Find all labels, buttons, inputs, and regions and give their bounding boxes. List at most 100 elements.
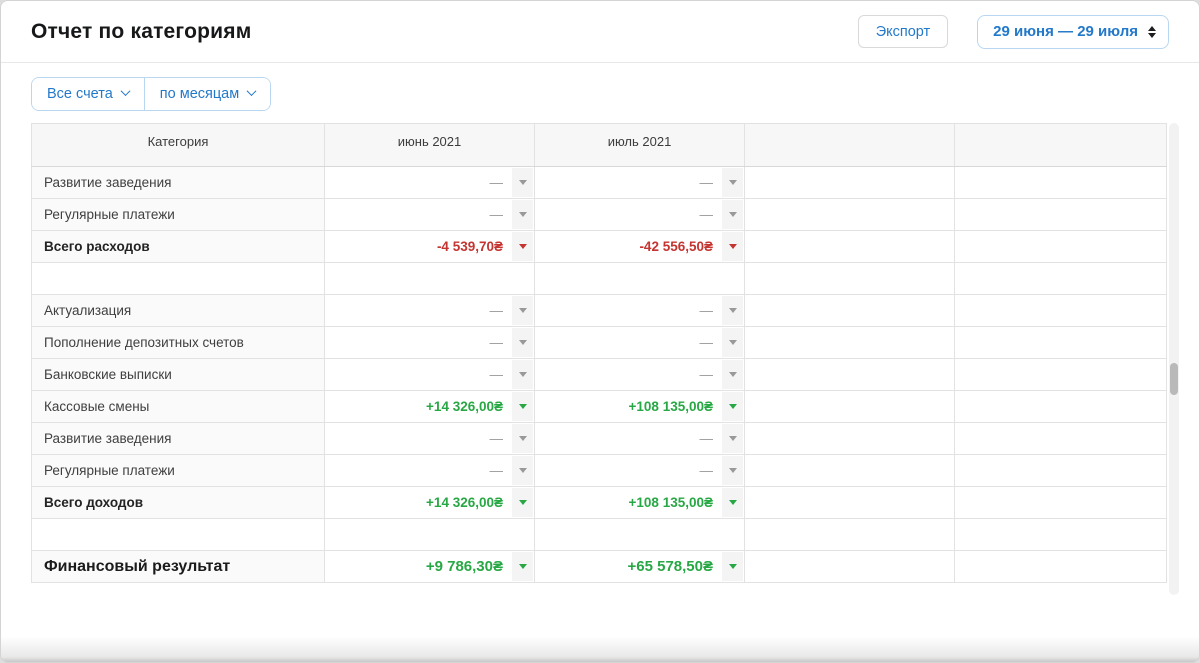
cell-dropdown-toggle[interactable] [722,392,743,421]
cell-dropdown-toggle[interactable] [512,424,533,453]
topbar: Отчет по категориям Экспорт 29 июня — 29… [1,1,1199,63]
cell-dropdown-toggle[interactable] [722,328,743,357]
value-cell: +9 786,30₴ [325,551,535,583]
empty-cell [955,199,1167,231]
cell-value: -4 539,70₴ [437,239,503,254]
vertical-scrollbar[interactable] [1169,123,1179,595]
cell-value: — [490,367,504,382]
cell-dropdown-toggle[interactable] [722,168,743,197]
cell-dropdown-toggle[interactable] [512,296,533,325]
value-cell: — [535,327,745,359]
cell-value: — [490,463,504,478]
caret-down-icon [729,212,737,217]
topbar-actions: Экспорт 29 июня — 29 июля [858,15,1169,49]
cell-dropdown-toggle[interactable] [722,360,743,389]
empty-cell [955,167,1167,199]
filter-grouping[interactable]: по месяцам [144,78,270,110]
caret-down-icon [729,244,737,249]
cell-dropdown-toggle[interactable] [722,296,743,325]
category-cell: Всего доходов [32,487,325,519]
cell-dropdown-toggle[interactable] [512,488,533,517]
scrollbar-thumb[interactable] [1170,363,1178,395]
value-cell: — [535,423,745,455]
value-cell: — [535,199,745,231]
table-header-row: Категория июнь 2021 июль 2021 [32,124,1167,167]
spacer-row [32,519,1167,551]
cell-dropdown-toggle[interactable] [722,552,743,581]
cell-dropdown-toggle[interactable] [722,232,743,261]
report-table-body: Развитие заведения——Регулярные платежи——… [32,167,1167,583]
empty-cell [745,551,955,583]
cell-dropdown-toggle[interactable] [722,488,743,517]
category-cell [32,519,325,551]
value-cell [535,519,745,551]
column-header-category: Категория [32,124,325,167]
empty-cell [955,487,1167,519]
value-cell: +108 135,00₴ [535,487,745,519]
empty-cell [745,231,955,263]
category-cell: Регулярные платежи [32,199,325,231]
cell-value: — [490,431,504,446]
category-cell: Пополнение депозитных счетов [32,327,325,359]
category-cell: Развитие заведения [32,423,325,455]
value-cell: — [535,455,745,487]
value-cell: — [325,455,535,487]
cell-dropdown-toggle[interactable] [512,360,533,389]
caret-down-icon [519,372,527,377]
filter-accounts-label: Все счета [47,86,113,102]
caret-down-icon [519,564,527,569]
cell-value: — [700,207,714,222]
table-row: Регулярные платежи — — [32,199,1167,231]
cell-dropdown-toggle[interactable] [512,168,533,197]
cell-value: +9 786,30₴ [426,558,503,575]
empty-cell [955,327,1167,359]
updown-spinner-icon [1148,26,1156,38]
value-cell: -4 539,70₴ [325,231,535,263]
table-row: Всего расходов-4 539,70₴-42 556,50₴ [32,231,1167,263]
cell-value: — [490,207,504,222]
filter-bar: Все счета по месяцам [31,77,271,111]
caret-down-icon [519,500,527,505]
empty-cell [745,455,955,487]
cell-dropdown-toggle[interactable] [512,232,533,261]
empty-cell [955,455,1167,487]
report-table: Категория июнь 2021 июль 2021 Развитие з… [31,123,1167,583]
category-cell: Развитие заведения [32,167,325,199]
empty-cell [745,295,955,327]
cell-value: +14 326,00₴ [426,495,503,510]
cell-dropdown-toggle[interactable] [512,552,533,581]
cell-dropdown-toggle[interactable] [722,456,743,485]
cell-value: — [700,431,714,446]
window-bottom-shadow [1,636,1199,662]
empty-cell [745,167,955,199]
filter-grouping-label: по месяцам [160,86,239,102]
table-row: Всего доходов +14 326,00₴ +108 135,00₴ [32,487,1167,519]
page-title: Отчет по категориям [31,20,251,44]
table-row: Пополнение депозитных счетов—— [32,327,1167,359]
cell-dropdown-toggle[interactable] [512,392,533,421]
cell-dropdown-toggle[interactable] [722,424,743,453]
report-window: Отчет по категориям Экспорт 29 июня — 29… [0,0,1200,663]
cell-dropdown-toggle[interactable] [722,200,743,229]
cell-dropdown-toggle[interactable] [512,328,533,357]
cell-value: — [490,175,504,190]
empty-cell [745,391,955,423]
caret-down-icon [519,244,527,249]
empty-cell [955,391,1167,423]
table-row: Актуализация—— [32,295,1167,327]
export-button[interactable]: Экспорт [858,15,948,48]
value-cell: — [535,359,745,391]
cell-value: +108 135,00₴ [629,399,713,414]
value-cell: — [535,167,745,199]
cell-dropdown-toggle[interactable] [512,456,533,485]
empty-cell [955,231,1167,263]
cell-value: +14 326,00₴ [426,399,503,414]
content: Все счета по месяцам Категория июнь 2021 [1,63,1199,595]
cell-dropdown-toggle[interactable] [512,200,533,229]
column-header-empty [955,124,1167,167]
category-cell [32,263,325,295]
value-cell: — [325,359,535,391]
empty-cell [745,519,955,551]
filter-accounts[interactable]: Все счета [32,78,144,110]
date-range-select[interactable]: 29 июня — 29 июля [977,15,1169,49]
